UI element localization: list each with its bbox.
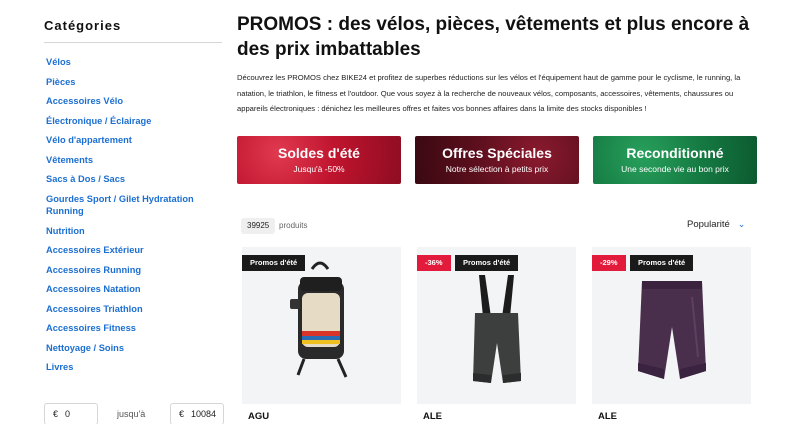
promo-tag: Promos d'été	[630, 255, 694, 271]
price-separator: jusqu'à	[117, 409, 146, 419]
product-card[interactable]: -36% Promos d'été ALE	[417, 247, 576, 424]
sidebar-title: Catégories	[44, 18, 122, 33]
product-brand: ALE	[423, 411, 442, 422]
discount-badge: -36%	[417, 255, 451, 271]
product-brand: AGU	[248, 411, 270, 422]
product-card[interactable]: Promos d'été AGU	[242, 247, 401, 424]
category-item-velo-appartement[interactable]: Vélo d'appartement	[46, 134, 216, 147]
price-min-value: 0	[65, 409, 71, 419]
banner-subtitle: Une seconde vie au bon prix	[621, 164, 729, 174]
price-filter: €0 jusqu'à €10084	[44, 403, 224, 424]
category-item-nutrition[interactable]: Nutrition	[46, 225, 216, 238]
product-count-label: produits	[279, 221, 308, 230]
category-item-accessoires-velo[interactable]: Accessoires Vélo	[46, 95, 216, 108]
discount-badge: -29%	[592, 255, 626, 271]
banner-title: Offres Spéciales	[442, 145, 552, 161]
banner-title: Soldes d'été	[278, 145, 360, 161]
sort-dropdown[interactable]: Popularité ⌄	[687, 219, 745, 230]
category-item-nettoyage[interactable]: Nettoyage / Soins	[46, 342, 216, 355]
currency-symbol: €	[179, 409, 185, 419]
product-count-badge: 39925	[241, 218, 276, 234]
category-item-gourdes[interactable]: Gourdes Sport / Gilet Hydratation Runnin…	[46, 193, 216, 218]
category-item-velos[interactable]: Vélos	[46, 56, 216, 69]
banner-subtitle: Jusqu'à -50%	[293, 164, 345, 174]
category-item-electronique[interactable]: Électronique / Éclairage	[46, 115, 216, 128]
category-list: Vélos Pièces Accessoires Vélo Électroniq…	[46, 56, 216, 381]
banner-title: Reconditionné	[626, 145, 724, 161]
category-item-sacs[interactable]: Sacs à Dos / Sacs	[46, 173, 216, 186]
category-item-accessoires-fitness[interactable]: Accessoires Fitness	[46, 322, 216, 335]
page-title: PROMOS : des vélos, pièces, vêtements et…	[237, 14, 750, 60]
promo-tag: Promos d'été	[455, 255, 519, 271]
sort-label: Popularité	[687, 219, 730, 230]
sidebar: Catégories Vélos Pièces Accessoires Vélo…	[44, 0, 224, 424]
category-item-accessoires-triathlon[interactable]: Accessoires Triathlon	[46, 303, 216, 316]
price-min-input[interactable]: €0	[44, 403, 98, 424]
banner-special-offers[interactable]: Offres Spéciales Notre sélection à petit…	[415, 136, 579, 184]
price-max-input[interactable]: €10084	[170, 403, 224, 424]
category-item-accessoires-exterieur[interactable]: Accessoires Extérieur	[46, 244, 216, 257]
sidebar-divider	[44, 42, 222, 43]
product-card[interactable]: -29% Promos d'été ALE	[592, 247, 751, 424]
category-item-vetements[interactable]: Vêtements	[46, 154, 216, 167]
category-item-accessoires-natation[interactable]: Accessoires Natation	[46, 283, 216, 296]
category-item-accessoires-running[interactable]: Accessoires Running	[46, 264, 216, 277]
category-item-livres[interactable]: Livres	[46, 361, 216, 374]
intro-text: Découvrez les PROMOS chez BIKE24 et prof…	[237, 73, 741, 113]
banner-refurbished[interactable]: Reconditionné Une seconde vie au bon pri…	[593, 136, 757, 184]
price-max-value: 10084	[191, 409, 217, 419]
main-content: PROMOS : des vélos, pièces, vêtements et…	[237, 0, 765, 424]
product-brand: ALE	[598, 411, 617, 422]
promo-tag: Promos d'été	[242, 255, 306, 271]
chevron-down-icon: ⌄	[737, 219, 746, 229]
currency-symbol: €	[53, 409, 59, 419]
category-item-pieces[interactable]: Pièces	[46, 76, 216, 89]
banner-summer-sale[interactable]: Soldes d'été Jusqu'à -50%	[237, 136, 401, 184]
banner-subtitle: Notre sélection à petits prix	[445, 164, 549, 174]
